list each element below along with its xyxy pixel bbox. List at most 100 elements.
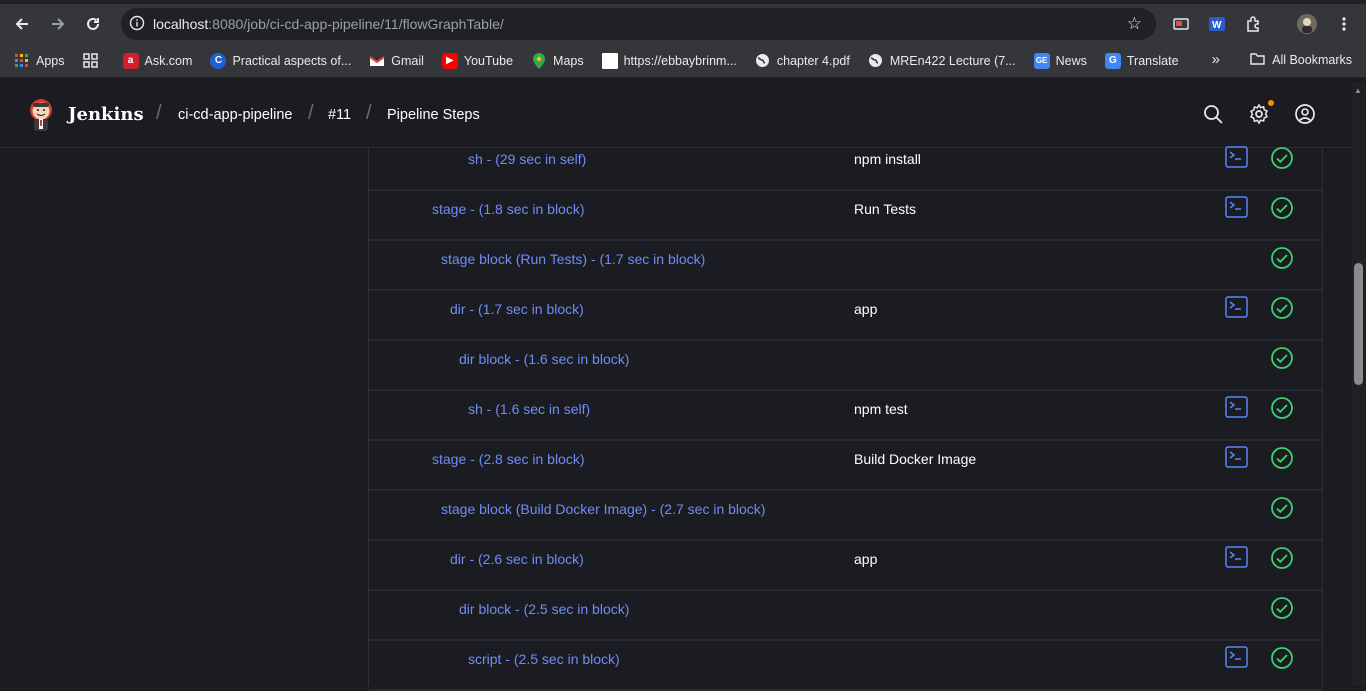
search-icon[interactable] — [1202, 103, 1226, 127]
console-output-icon[interactable] — [1225, 646, 1248, 668]
grid-icon — [83, 53, 99, 69]
profile-avatar[interactable] — [1294, 11, 1320, 37]
breadcrumb-job[interactable]: ci-cd-app-pipeline — [178, 107, 292, 123]
step-link[interactable]: dir - (1.7 sec in block) — [450, 291, 584, 339]
console-output-icon[interactable] — [1225, 396, 1248, 418]
step-link[interactable]: stage - (2.8 sec in block) — [432, 441, 585, 489]
bookmark-ask[interactable]: a Ask.com — [122, 52, 193, 69]
success-check-icon — [1270, 446, 1294, 470]
console-output-icon[interactable] — [1225, 296, 1248, 318]
settings-gear-icon[interactable] — [1248, 103, 1272, 127]
globe-icon — [868, 53, 884, 69]
success-check-icon — [1270, 146, 1294, 170]
bookmark-label: Gmail — [391, 53, 424, 68]
console-output-icon[interactable] — [1225, 196, 1248, 218]
url-text[interactable]: localhost:8080/job/ci-cd-app-pipeline/11… — [153, 16, 504, 32]
bookmark-chapter4[interactable]: chapter 4.pdf — [755, 53, 850, 69]
step-link[interactable]: stage block (Build Docker Image) - (2.7 … — [441, 491, 765, 539]
bookmark-label: Practical aspects of... — [232, 53, 352, 68]
bookmark-label: Maps — [553, 53, 584, 68]
step-row: stage block (Run Tests) - (1.7 sec in bl… — [369, 241, 1322, 291]
jenkins-logo-icon[interactable] — [27, 98, 55, 132]
bookmark-grid[interactable] — [83, 53, 105, 69]
step-link[interactable]: dir block - (2.5 sec in block) — [459, 591, 629, 639]
bookmark-youtube[interactable]: ▶ YouTube — [441, 52, 514, 69]
step-arguments: app — [854, 301, 878, 317]
console-output-icon[interactable] — [1225, 446, 1248, 468]
jenkins-brand[interactable]: Jenkins — [68, 104, 144, 125]
globe-icon — [755, 53, 771, 69]
side-panel — [0, 148, 368, 686]
url-path: :8080/job/ci-cd-app-pipeline/11/flowGrap… — [208, 16, 504, 32]
step-link[interactable]: stage - (1.8 sec in block) — [432, 191, 585, 239]
bookmark-star-icon[interactable]: ☆ — [1127, 14, 1142, 34]
step-row: sh - (1.6 sec in self) npm test — [369, 391, 1322, 441]
step-link[interactable]: dir block - (1.6 sec in block) — [459, 341, 629, 389]
reload-icon[interactable] — [76, 7, 110, 41]
bookmark-apps[interactable]: Apps — [14, 53, 65, 69]
step-link[interactable]: dir - (2.6 sec in block) — [450, 541, 584, 589]
step-row: stage - (2.8 sec in block) Build Docker I… — [369, 441, 1322, 491]
bookmarks-bar: Apps a Ask.com C Practical aspects of...… — [0, 44, 1366, 78]
bookmark-practical[interactable]: C Practical aspects of... — [210, 52, 352, 69]
back-icon[interactable] — [5, 7, 39, 41]
site-info-icon[interactable] — [121, 15, 153, 34]
page-icon — [601, 52, 618, 69]
word-extension-icon[interactable]: W — [1204, 11, 1230, 37]
step-row: stage block (Build Docker Image) - (2.7 … — [369, 491, 1322, 541]
success-check-icon — [1270, 246, 1294, 270]
coursera-icon: C — [210, 52, 227, 69]
more-bookmarks-chevron-icon[interactable]: » — [1212, 51, 1220, 68]
forward-icon[interactable] — [41, 7, 75, 41]
console-output-icon[interactable] — [1225, 546, 1248, 568]
step-arguments: Build Docker Image — [854, 451, 977, 467]
breadcrumb-separator: / — [366, 102, 372, 124]
bookmark-label: Ask.com — [144, 53, 193, 68]
console-output-icon[interactable] — [1225, 146, 1248, 168]
pipeline-steps-table: sh - (29 sec in self) npm install stage - … — [368, 146, 1323, 691]
step-row: dir block - (2.5 sec in block) — [369, 591, 1322, 641]
scrollbar-thumb[interactable] — [1354, 263, 1363, 385]
bookmark-label: MREn422 Lecture (7... — [889, 53, 1016, 68]
success-check-icon — [1270, 396, 1294, 420]
ask-icon: a — [122, 52, 139, 69]
step-row: stage - (1.8 sec in block) Run Tests — [369, 191, 1322, 241]
breadcrumb-pipeline-steps[interactable]: Pipeline Steps — [387, 107, 480, 123]
all-bookmarks-button[interactable]: All Bookmarks — [1250, 52, 1352, 68]
bookmark-news[interactable]: GE News — [1033, 52, 1087, 69]
step-link[interactable]: stage block (Run Tests) - (1.7 sec in bl… — [441, 241, 705, 289]
step-row: dir block - (1.6 sec in block) — [369, 341, 1322, 391]
step-link[interactable]: sh - (29 sec in self) — [468, 141, 586, 189]
cast-icon[interactable] — [1168, 11, 1194, 37]
bookmark-maps[interactable]: Maps — [531, 52, 584, 69]
step-arguments: Run Tests — [854, 201, 916, 217]
youtube-icon: ▶ — [441, 52, 458, 69]
folder-icon — [1250, 52, 1265, 68]
all-bookmarks-label: All Bookmarks — [1272, 53, 1352, 67]
address-bar[interactable]: localhost:8080/job/ci-cd-app-pipeline/11… — [121, 8, 1156, 40]
bookmark-label: Translate — [1126, 53, 1179, 68]
apps-grid-icon — [14, 53, 30, 69]
success-check-icon — [1270, 546, 1294, 570]
bookmark-gmail[interactable]: Gmail — [369, 53, 424, 69]
maps-icon — [531, 52, 547, 69]
bookmark-ebbay[interactable]: https://ebbaybrinm... — [601, 52, 737, 69]
success-check-icon — [1270, 596, 1294, 620]
scroll-up-arrow-icon[interactable]: ▲ — [1354, 86, 1362, 95]
step-row: script - (2.5 sec in block) — [369, 641, 1322, 691]
gmail-icon — [369, 53, 385, 69]
news-icon: GE — [1033, 52, 1050, 69]
url-host: localhost — [153, 16, 209, 32]
browser-menu-icon[interactable] — [1331, 11, 1357, 37]
step-link[interactable]: script - (2.5 sec in block) — [468, 641, 620, 689]
bookmark-translate[interactable]: G Translate — [1104, 52, 1179, 69]
breadcrumb-build[interactable]: #11 — [328, 107, 351, 123]
bookmark-label: YouTube — [463, 53, 514, 68]
bookmark-label: https://ebbaybrinm... — [623, 53, 737, 68]
success-check-icon — [1270, 296, 1294, 320]
step-link[interactable]: sh - (1.6 sec in self) — [468, 391, 590, 439]
bookmark-mren422[interactable]: MREn422 Lecture (7... — [868, 53, 1016, 69]
svg-text:W: W — [1212, 20, 1222, 31]
extensions-puzzle-icon[interactable] — [1241, 11, 1267, 37]
user-account-icon[interactable] — [1294, 103, 1318, 127]
